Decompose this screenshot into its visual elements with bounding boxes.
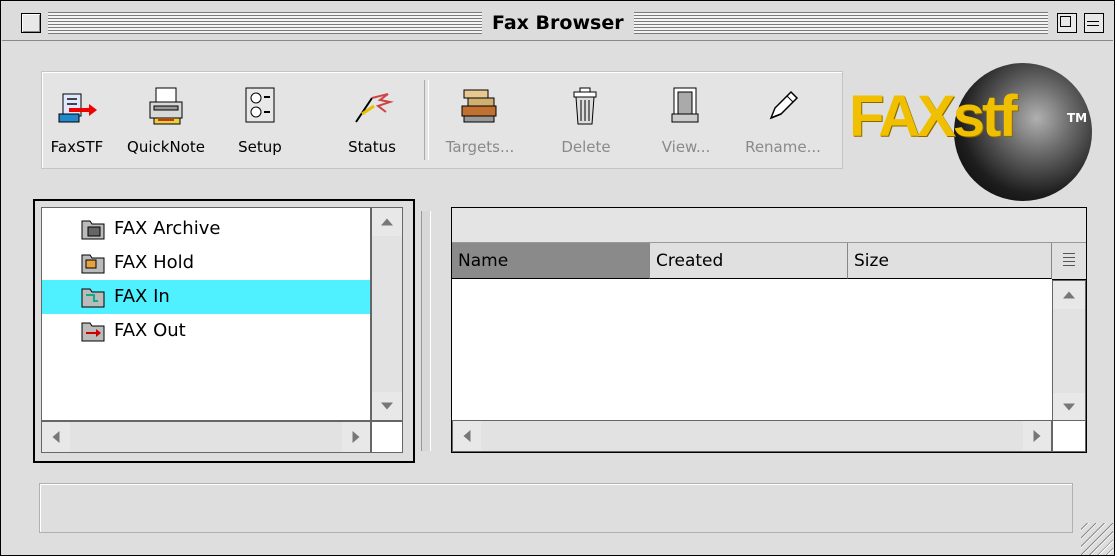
resize-grip-icon[interactable] (1081, 523, 1113, 555)
file-list-content[interactable] (452, 280, 1052, 420)
scrollbar-corner (371, 421, 403, 453)
folder-label: FAX Archive (114, 218, 221, 239)
folder-item-fax-hold[interactable]: FAX Hold (42, 246, 370, 280)
scroll-right-arrow[interactable] (342, 422, 370, 452)
folder-horizontal-scrollbar[interactable] (41, 421, 371, 453)
zoom-box-button[interactable] (1057, 13, 1077, 33)
title-bar[interactable]: Fax Browser (2, 2, 1113, 41)
rename-button[interactable]: Rename... (740, 78, 826, 164)
scroll-up-arrow[interactable] (372, 208, 402, 236)
view-label: View... (661, 138, 711, 156)
outbox-folder-icon (80, 319, 106, 343)
setup-button[interactable]: Setup (230, 78, 290, 164)
logo-trademark: TM (1067, 111, 1088, 125)
status-button[interactable]: Status (334, 78, 410, 164)
archive-folder-icon (80, 217, 106, 241)
folder-label: FAX In (114, 286, 170, 307)
inbox-folder-icon (80, 285, 106, 309)
delete-label: Delete (561, 138, 611, 156)
file-list-pane: Name Created Size (451, 207, 1087, 453)
folder-list[interactable]: FAX Archive FAX Hold FAX In FAX Out (41, 207, 371, 421)
folder-pane: FAX Archive FAX Hold FAX In FAX Out (33, 199, 415, 463)
scroll-down-arrow[interactable] (372, 392, 402, 420)
quicknote-icon (144, 84, 188, 128)
window-title: Fax Browser (482, 8, 634, 38)
scroll-up-arrow[interactable] (1053, 281, 1085, 309)
hold-folder-icon (80, 251, 106, 275)
setup-label: Setup (238, 138, 282, 156)
status-bar (39, 483, 1073, 533)
column-options-button[interactable] (1052, 243, 1086, 280)
faxstf-label: FaxSTF (50, 138, 104, 156)
file-list-vertical-scrollbar[interactable] (1052, 280, 1086, 422)
delete-button[interactable]: Delete (556, 78, 616, 164)
status-label: Status (348, 138, 396, 156)
folder-item-fax-out[interactable]: FAX Out (42, 314, 370, 348)
folder-label: FAX Out (114, 320, 186, 341)
file-list-header-bar (452, 208, 1086, 243)
close-box-button[interactable] (21, 13, 41, 33)
targets-button[interactable]: Targets... (442, 78, 518, 164)
faxstf-logo: FAXstf TM (849, 63, 1109, 201)
folder-item-fax-in[interactable]: FAX In (42, 280, 370, 314)
view-button[interactable]: View... (654, 78, 718, 164)
folder-item-fax-archive[interactable]: FAX Archive (42, 212, 370, 246)
logo-text: FAXstf (849, 84, 1018, 149)
trash-icon (564, 84, 608, 128)
scroll-left-arrow[interactable] (42, 422, 70, 452)
scroll-right-arrow[interactable] (1023, 421, 1051, 451)
targets-icon (458, 84, 502, 128)
folder-vertical-scrollbar[interactable] (371, 207, 403, 421)
collapse-box-button[interactable] (1084, 13, 1104, 33)
pencil-icon (761, 84, 805, 128)
faxstf-icon (55, 84, 99, 128)
quicknote-label: QuickNote (127, 138, 205, 156)
setup-icon (238, 84, 282, 128)
column-header-created[interactable]: Created (650, 243, 848, 279)
column-header-size[interactable]: Size (848, 243, 1052, 279)
pane-splitter[interactable] (421, 211, 431, 451)
toolbar-separator (424, 80, 429, 160)
quicknote-button[interactable]: QuickNote (124, 78, 208, 164)
fax-browser-window: Fax Browser FaxSTF QuickNote Setup Statu… (0, 0, 1115, 556)
status-icon (350, 84, 394, 128)
folder-label: FAX Hold (114, 252, 195, 273)
scroll-left-arrow[interactable] (453, 421, 481, 451)
scrollbar-corner (1052, 420, 1086, 452)
targets-label: Targets... (445, 138, 515, 156)
toolbar: FaxSTF QuickNote Setup Status Targets...… (41, 71, 843, 169)
view-icon (664, 84, 708, 128)
rename-label: Rename... (745, 138, 821, 156)
file-list-horizontal-scrollbar[interactable] (452, 420, 1052, 452)
scroll-down-arrow[interactable] (1053, 393, 1085, 421)
column-header-name[interactable]: Name (452, 243, 650, 279)
faxstf-button[interactable]: FaxSTF (42, 78, 112, 164)
